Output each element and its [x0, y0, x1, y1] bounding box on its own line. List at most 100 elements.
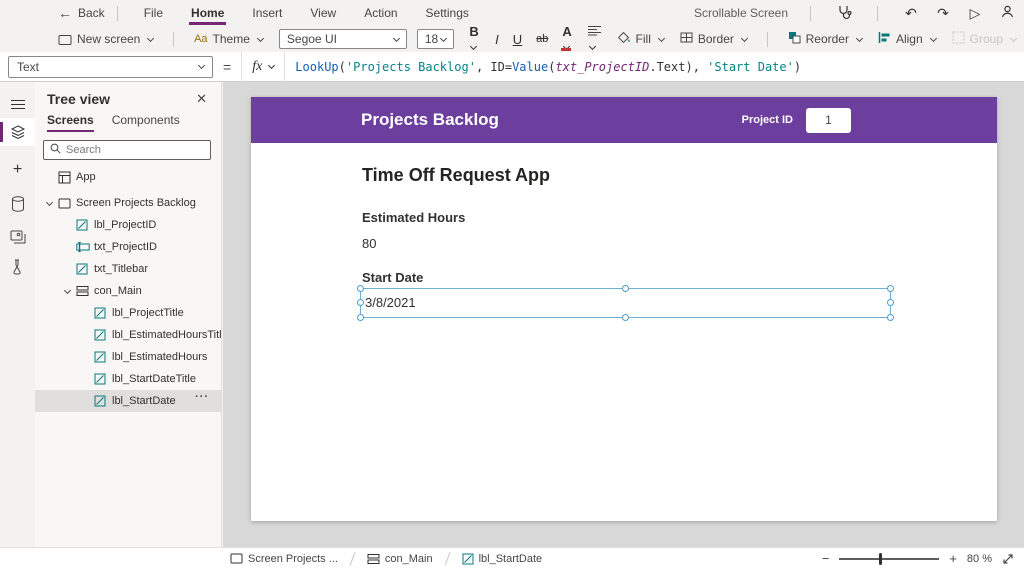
back-button[interactable]: ← Back: [58, 5, 105, 21]
tree-item-App[interactable]: App: [35, 166, 221, 188]
font-family-select[interactable]: Segoe UI: [279, 29, 407, 49]
font-size-select[interactable]: 18: [417, 29, 455, 49]
reorder-button[interactable]: Reorder: [780, 31, 870, 47]
resize-handle-ne[interactable]: [887, 285, 894, 292]
redo-icon[interactable]: ↷: [932, 5, 954, 22]
left-rail: +: [0, 82, 35, 547]
resize-handle-sw[interactable]: [357, 314, 364, 321]
menu-item-view[interactable]: View: [296, 0, 350, 26]
app-checker-icon[interactable]: [833, 4, 855, 23]
formula-token: 'Projects Backlog': [346, 60, 476, 74]
project-id-value: 1: [825, 113, 832, 127]
align-button[interactable]: Align: [870, 32, 944, 46]
tree-item-lbl_ProjectID[interactable]: lbl_ProjectID: [35, 214, 221, 236]
chevron-down-icon[interactable]: [46, 198, 53, 205]
fill-icon: [618, 31, 631, 47]
tree-item-lbl_EstimatedHoursTitle[interactable]: lbl_EstimatedHoursTitle: [35, 324, 221, 346]
insert-plus-icon[interactable]: +: [0, 156, 35, 184]
tab-components[interactable]: Components: [112, 113, 180, 132]
tree-item-lbl_ProjectTitle[interactable]: lbl_ProjectTitle: [35, 302, 221, 324]
estimated-hours-label[interactable]: Estimated Hours: [362, 210, 465, 225]
label-icon: [94, 351, 112, 363]
tree-item-lbl_StartDate[interactable]: lbl_StartDate ···: [35, 390, 221, 412]
bold-button[interactable]: B: [462, 24, 488, 54]
align-label: Align: [896, 32, 923, 46]
selected-start-date-control[interactable]: 3/8/2021: [360, 288, 891, 318]
screen-icon: [58, 198, 76, 209]
tree-item-txt_Titlebar[interactable]: txt_Titlebar: [35, 258, 221, 280]
tree-item-con_Main[interactable]: con_Main: [35, 280, 221, 302]
menu-item-home[interactable]: Home: [177, 0, 238, 26]
estimated-hours-value[interactable]: 80: [362, 236, 376, 251]
play-icon[interactable]: ▷: [964, 5, 986, 22]
canvas-area: Projects Backlog Project ID 1 Time Off R…: [223, 82, 1024, 547]
chevron-down-icon[interactable]: [64, 286, 71, 293]
zoom-out-button[interactable]: −: [822, 551, 830, 566]
resize-handle-nw[interactable]: [357, 285, 364, 292]
undo-icon[interactable]: ↶: [900, 5, 922, 22]
zoom-slider-knob[interactable]: [879, 553, 882, 565]
breadcrumb-item-con_Main[interactable]: con_Main: [367, 553, 433, 565]
app-title-label[interactable]: Time Off Request App: [362, 165, 550, 186]
tree-item-lbl_EstimatedHours[interactable]: lbl_EstimatedHours: [35, 346, 221, 368]
new-screen-icon: [58, 32, 72, 46]
account-icon[interactable]: [996, 4, 1018, 22]
tree-item-Screen Projects Backlog[interactable]: Screen Projects Backlog: [35, 192, 221, 214]
menu-item-file[interactable]: File: [130, 0, 177, 26]
resize-handle-se[interactable]: [887, 314, 894, 321]
resize-handle-s[interactable]: [622, 314, 629, 321]
more-options-button[interactable]: ···: [195, 391, 209, 403]
resize-handle-n[interactable]: [622, 285, 629, 292]
titlebar[interactable]: Projects Backlog Project ID 1: [251, 97, 997, 143]
label-icon: [76, 263, 94, 275]
chevron-down-icon: [856, 34, 863, 41]
strikethrough-button[interactable]: ab: [529, 33, 555, 45]
tree-search[interactable]: [43, 140, 211, 160]
tree-view-icon[interactable]: [0, 118, 35, 146]
menu-item-settings[interactable]: Settings: [412, 0, 483, 26]
search-input[interactable]: [66, 144, 208, 156]
fx-button[interactable]: fx: [241, 52, 285, 82]
screen-icon: [230, 553, 243, 564]
formula-input[interactable]: LookUp('Projects Backlog', ID=Value(txt_…: [285, 60, 1024, 74]
media-icon[interactable]: [0, 223, 35, 251]
tree-item-lbl_StartDateTitle[interactable]: lbl_StartDateTitle: [35, 368, 221, 390]
theme-button[interactable]: Aa Theme: [186, 32, 271, 46]
resize-handle-w[interactable]: [357, 299, 364, 306]
close-icon[interactable]: ✕: [192, 91, 211, 107]
border-button[interactable]: Border: [672, 32, 755, 46]
tree-item-txt_ProjectID[interactable]: txt_ProjectID: [35, 236, 221, 258]
italic-button[interactable]: I: [488, 32, 506, 47]
zoom-in-button[interactable]: +: [949, 551, 957, 566]
data-sources-icon[interactable]: [0, 190, 35, 218]
zoom-slider[interactable]: [839, 553, 939, 565]
menu-items: FileHomeInsertViewActionSettings: [130, 0, 483, 26]
tree-view-title: Tree view: [47, 91, 110, 107]
bold-label: B: [469, 24, 478, 39]
breadcrumb-item-ScreenProjects[interactable]: Screen Projects ...: [230, 553, 338, 565]
border-icon: [680, 32, 693, 46]
tree-item-label: lbl_StartDate: [112, 395, 176, 407]
fit-to-window-icon[interactable]: [1002, 553, 1014, 565]
menu-item-action[interactable]: Action: [350, 0, 411, 26]
hamburger-menu-icon[interactable]: [0, 90, 35, 118]
zoom-percent-unit: %: [982, 553, 992, 565]
underline-button[interactable]: U: [506, 32, 529, 47]
app-screen[interactable]: Projects Backlog Project ID 1 Time Off R…: [251, 97, 997, 521]
divider: [173, 32, 174, 47]
new-screen-button[interactable]: New screen: [50, 32, 161, 46]
advanced-tools-icon[interactable]: [0, 253, 35, 281]
property-select[interactable]: Text: [8, 56, 213, 78]
project-id-input[interactable]: 1: [806, 108, 851, 133]
font-color-button[interactable]: A: [555, 24, 581, 54]
zoom-percent-value: 80: [967, 553, 979, 565]
start-date-label[interactable]: Start Date: [362, 270, 423, 285]
menu-item-insert[interactable]: Insert: [238, 0, 296, 26]
breadcrumb-item-lbl_StartDate[interactable]: lbl_StartDate: [462, 553, 543, 565]
font-family-value: Segoe UI: [287, 32, 337, 46]
text-align-button[interactable]: [581, 24, 609, 54]
resize-handle-e[interactable]: [887, 299, 894, 306]
fill-button[interactable]: Fill: [610, 31, 672, 47]
breadcrumb-label: Screen Projects ...: [248, 553, 338, 565]
tab-screens[interactable]: Screens: [47, 113, 94, 132]
